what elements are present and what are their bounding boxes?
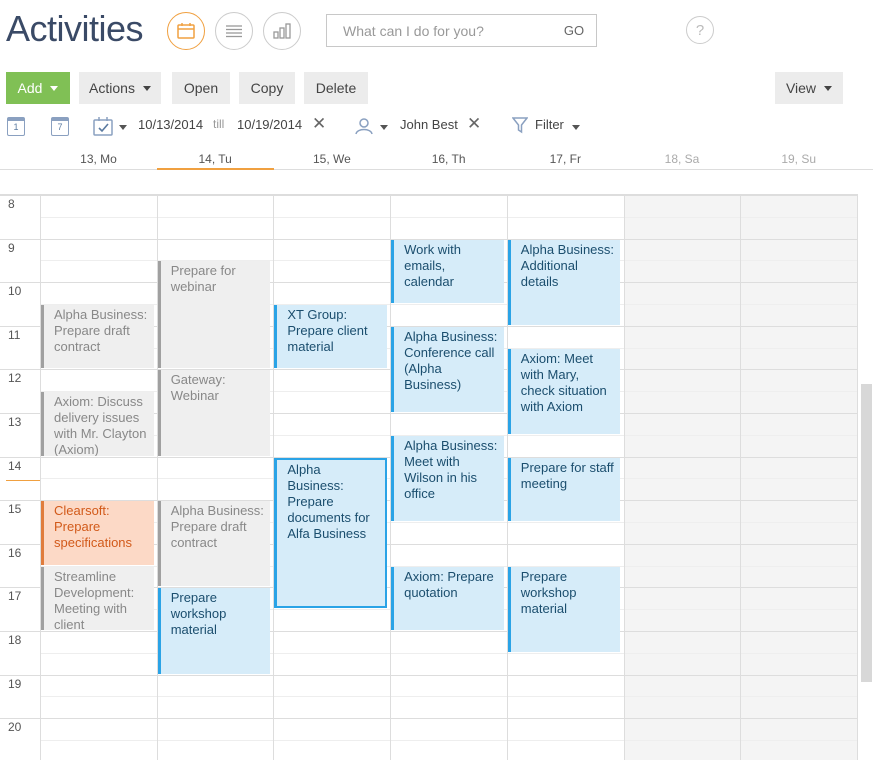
search-go-button[interactable]: GO [552, 23, 596, 38]
hour-label: 8 [8, 197, 15, 211]
hour-label: 20 [8, 720, 22, 735]
calendar-event[interactable]: Alpha Business: Prepare draft contract [41, 305, 154, 369]
hour-label: 9 [8, 240, 15, 255]
week-view-icon[interactable]: 7 [51, 117, 69, 136]
calendar-event[interactable]: Axiom: Meet with Mary, check situation w… [507, 348, 621, 434]
current-time-indicator [6, 480, 40, 482]
chevron-down-icon[interactable] [572, 125, 580, 130]
day-header[interactable]: 15, We [273, 148, 390, 170]
hour-label: 10 [8, 284, 22, 299]
till-label: till [213, 117, 225, 131]
chevron-down-icon [142, 85, 151, 91]
day-view-icon[interactable]: 1 [7, 117, 25, 136]
hour-line [0, 195, 858, 196]
calendar-event[interactable]: Prepare workshop material [507, 566, 621, 652]
hour-label: 14 [8, 458, 22, 473]
column-line [740, 195, 742, 760]
view-button[interactable]: View [775, 72, 843, 104]
analytics-view-button[interactable] [263, 12, 301, 50]
half-hour-line [40, 216, 858, 218]
hour-line [0, 718, 858, 720]
hour-label: 12 [8, 371, 22, 386]
chevron-down-icon[interactable] [119, 125, 127, 130]
hour-line [0, 674, 858, 676]
clear-date-icon[interactable]: ✕ [312, 114, 326, 134]
owner-filter[interactable]: John Best [400, 117, 458, 132]
chevron-down-icon[interactable] [380, 125, 388, 130]
chevron-down-icon [50, 85, 59, 91]
date-from[interactable]: 10/13/2014 [138, 117, 203, 132]
filter-button[interactable]: Filter [535, 117, 564, 132]
day-header[interactable]: 13, Mo [40, 148, 157, 170]
date-to[interactable]: 10/19/2014 [237, 117, 302, 132]
calendar-check-icon[interactable] [93, 117, 113, 136]
chevron-down-icon [824, 85, 833, 91]
calendar-event[interactable]: Prepare for webinar [157, 261, 271, 369]
calendar-view-button[interactable] [167, 12, 205, 50]
hour-label: 18 [8, 633, 22, 647]
day-header[interactable]: 17, Fr [507, 148, 624, 170]
hour-label: 19 [8, 676, 22, 691]
day-header[interactable]: 18, Sa [624, 148, 741, 170]
hour-label: 16 [8, 545, 22, 560]
filter-bar: 1 7 10/13/2014 till 10/19/2014 ✕ John Be… [0, 112, 873, 140]
open-button[interactable]: Open [172, 72, 230, 104]
day-header[interactable]: 16, Th [390, 148, 507, 170]
day-header-row: 13, Mo 14, Tu 15, We 16, Th 17, Fr 18, Sa 19, … [0, 148, 873, 170]
calendar-event[interactable]: Prepare for staff meeting [507, 457, 621, 521]
calendar-event[interactable]: Gateway: Webinar [157, 370, 271, 456]
search-input[interactable] [327, 15, 552, 46]
chart-icon [273, 23, 291, 39]
hour-label: 17 [8, 589, 22, 604]
hour-label: 11 [8, 327, 21, 342]
calendar-event[interactable]: Alpha Business: Meet with Wilson in his … [391, 435, 504, 521]
add-button-label: Add [17, 80, 43, 96]
half-hour-line [40, 740, 858, 741]
calendar-event[interactable]: Alpha Business: Prepare draft contract [157, 501, 271, 587]
calendar-event[interactable]: XT Group: Prepare client material [274, 305, 388, 369]
column-line [40, 195, 41, 760]
calendar-event[interactable]: Axiom: Prepare quotation [391, 566, 504, 630]
calendar-event[interactable]: Streamline Development: Meeting with cli… [41, 566, 154, 630]
hour-label: 15 [8, 502, 22, 517]
delete-button[interactable]: Delete [304, 72, 368, 104]
day-header[interactable]: 14, Tu [156, 148, 274, 170]
calendar-grid[interactable]: 8 9 10 11 12 13 14 15 16 17 18 19 20 Alpha Business: … [0, 194, 858, 760]
column-line [623, 195, 625, 760]
half-hour-line [40, 696, 858, 698]
calendar-event[interactable]: Clearsoft: Prepare specifications [41, 501, 154, 565]
scrollbar-thumb[interactable] [861, 384, 872, 682]
filter-icon[interactable] [512, 117, 528, 134]
list-icon [226, 25, 242, 38]
hour-line [0, 631, 858, 632]
actions-button[interactable]: Actions [79, 72, 161, 104]
help-icon[interactable]: ? [686, 16, 714, 44]
clear-owner-icon[interactable]: ✕ [467, 114, 481, 134]
calendar-event[interactable]: Alpha Business: Prepare documents for Al… [274, 457, 388, 609]
calendar-event[interactable]: Axiom: Discuss delivery issues with Mr. … [41, 392, 154, 456]
actions-button-label: Actions [89, 80, 135, 96]
add-button[interactable]: Add [6, 72, 70, 104]
calendar-icon [177, 23, 195, 39]
search-box: GO [326, 14, 597, 47]
page-title: Activities [6, 8, 144, 49]
day-header[interactable]: 19, Su [740, 148, 857, 170]
hour-label: 13 [8, 415, 22, 429]
calendar-event[interactable]: Work with emails, calendar [391, 239, 504, 303]
calendar-event[interactable]: Alpha Business: Additional details [507, 239, 621, 325]
copy-button[interactable]: Copy [239, 72, 295, 104]
calendar-event[interactable]: Prepare workshop material [157, 588, 271, 674]
user-icon[interactable] [355, 117, 373, 135]
calendar-event[interactable]: Alpha Business: Conference call (Alpha B… [391, 326, 504, 412]
view-button-label: View [785, 80, 817, 96]
list-view-button[interactable] [215, 12, 253, 50]
